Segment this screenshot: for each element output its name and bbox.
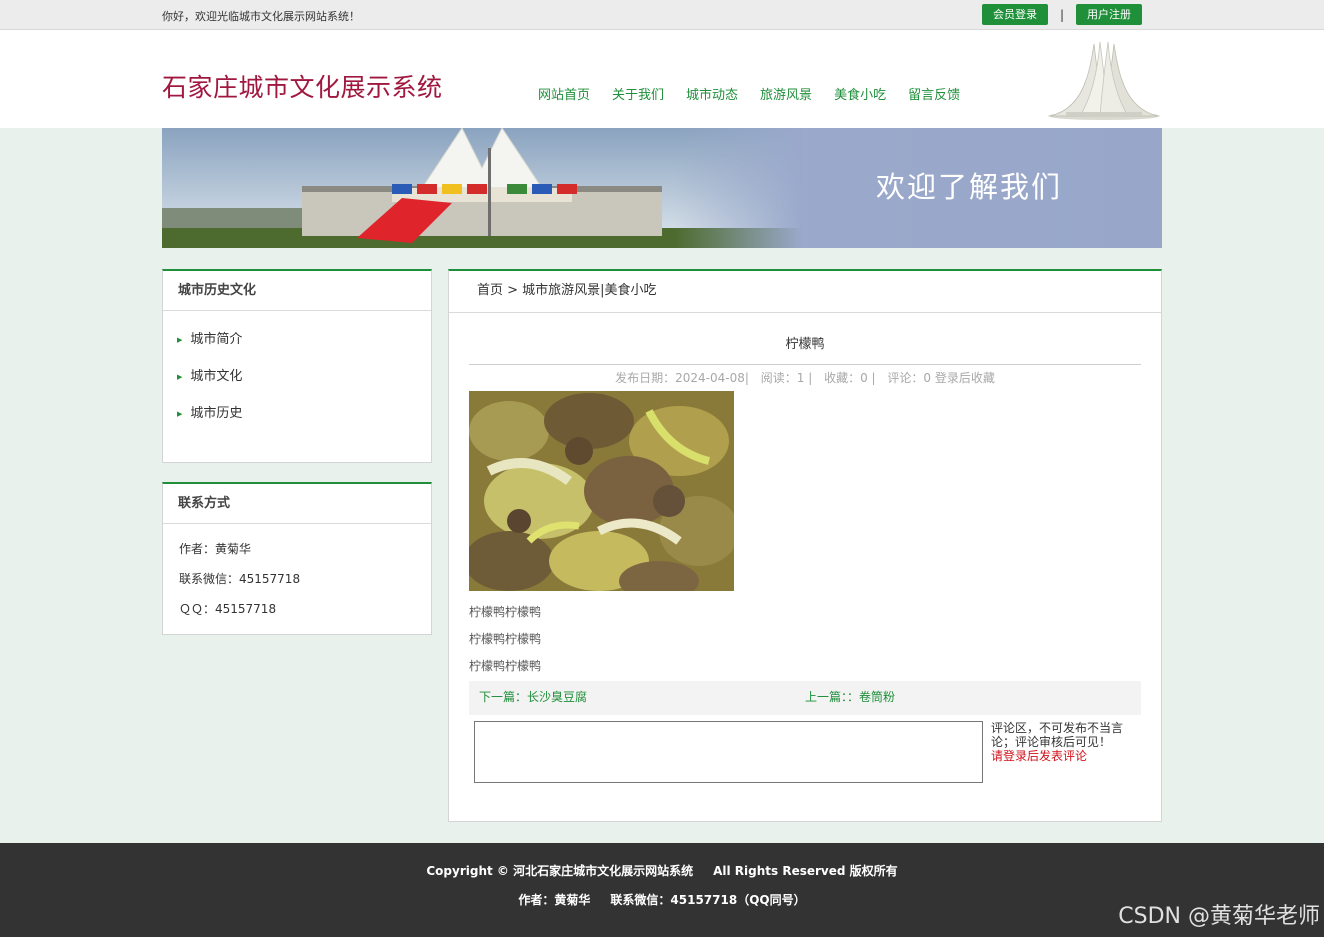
contact-body: 作者：黄菊华 联系微信：45157718 ＱＱ：45157718 — [163, 524, 431, 634]
comment-rules: 评论区，不可发布不当言论；评论审核后可见！ — [991, 721, 1124, 749]
nav-city-news[interactable]: 城市动态 — [686, 84, 738, 103]
top-actions: 会员登录 | 用户注册 — [981, 4, 1142, 25]
main-nav: 网站首页 关于我们 城市动态 旅游风景 美食小吃 留言反馈 — [538, 84, 982, 103]
csdn-watermark: CSDN @黄菊华老师 — [1118, 904, 1320, 929]
footer-copyright: Copyright © 河北石家庄城市文化展示网站系统 — [426, 864, 694, 878]
nav-food[interactable]: 美食小吃 — [834, 84, 886, 103]
favorite-count[interactable]: 收藏：0 | — [824, 371, 876, 385]
prev-article-link[interactable]: 上一篇：：卷筒粉 — [805, 681, 895, 715]
breadcrumb: 首页 > 城市旅游风景|美食小吃 — [449, 271, 1161, 313]
sidebar: 城市历史文化 ▶ 城市简介 ▶ 城市文化 ▶ 城市历史 联系方式 作者：黄菊华 — [162, 269, 432, 635]
contact-qq: ＱＱ：45157718 — [179, 602, 277, 616]
top-bar: 你好，欢迎光临城市文化展示网站系统！ 会员登录 | 用户注册 — [0, 0, 1324, 30]
contact-wechat: 联系微信：45157718 — [179, 572, 301, 586]
user-register-button[interactable]: 用户注册 — [1076, 4, 1142, 25]
nav-feedback[interactable]: 留言反馈 — [908, 84, 960, 103]
sidebar-item-city-culture[interactable]: ▶ 城市文化 — [177, 366, 431, 403]
contact-box-title: 联系方式 — [163, 484, 431, 524]
top-separator: | — [1059, 7, 1064, 22]
article-meta: 发布日期：2024-04-08| 阅读：1 | 收藏：0 | 评论：0 登录后收… — [469, 369, 1141, 391]
site-header: 石家庄城市文化展示系统 网站首页 关于我们 城市动态 旅游风景 美食小吃 留言反… — [0, 30, 1324, 128]
sidebar-item-label: 城市历史 — [190, 406, 243, 421]
site-title[interactable]: 石家庄城市文化展示系统 — [162, 68, 443, 104]
comment-input[interactable] — [474, 721, 983, 783]
banner: 欢迎了解我们 — [162, 128, 1162, 248]
article-title: 柠檬鸭 — [469, 337, 1141, 365]
sidebar-item-city-history[interactable]: ▶ 城市历史 — [177, 403, 431, 440]
triangle-bullet-icon: ▶ — [177, 336, 183, 344]
nav-about[interactable]: 关于我们 — [612, 84, 664, 103]
footer-author: 作者：黄菊华 — [518, 893, 591, 907]
triangle-bullet-icon: ▶ — [177, 373, 183, 381]
article-paragraph: 柠檬鸭柠檬鸭 — [469, 632, 542, 646]
comment-count[interactable]: 评论：0 登录后收藏 — [887, 371, 994, 385]
banner-text: 欢迎了解我们 — [876, 170, 1063, 204]
footer-rights: All Rights Reserved 版权所有 — [713, 864, 898, 878]
comment-login-link[interactable]: 请登录后发表评论 — [991, 749, 1131, 763]
comment-note: 评论区，不可发布不当言论；评论审核后可见！ 请登录后发表评论 — [991, 721, 1131, 783]
contact-author: 作者：黄菊华 — [179, 542, 252, 556]
content-area: 城市历史文化 ▶ 城市简介 ▶ 城市文化 ▶ 城市历史 联系方式 作者：黄菊华 — [162, 269, 1162, 822]
history-box-title: 城市历史文化 — [163, 271, 431, 311]
footer-line-1: Copyright © 河北石家庄城市文化展示网站系统 All Rights Re… — [0, 862, 1324, 879]
history-list: ▶ 城市简介 ▶ 城市文化 ▶ 城市历史 — [163, 311, 431, 462]
next-article-link[interactable]: 下一篇：长沙臭豆腐 — [469, 681, 805, 715]
read-count: 阅读：1 | — [760, 371, 813, 385]
member-login-button[interactable]: 会员登录 — [981, 4, 1048, 25]
article-pager: 下一篇：长沙臭豆腐 上一篇：：卷筒粉 — [469, 681, 1141, 715]
food-photo — [469, 391, 734, 591]
contact-box: 联系方式 作者：黄菊华 联系微信：45157718 ＱＱ：45157718 — [162, 482, 432, 635]
nav-scenery[interactable]: 旅游风景 — [760, 84, 812, 103]
banner-photo — [162, 128, 802, 248]
article: 柠檬鸭 发布日期：2024-04-08| 阅读：1 | 收藏：0 | 评论：0 … — [449, 337, 1161, 783]
triangle-bullet-icon: ▶ — [177, 410, 183, 418]
nav-home[interactable]: 网站首页 — [538, 84, 590, 103]
sidebar-item-label: 城市文化 — [190, 369, 243, 384]
article-paragraph: 柠檬鸭柠檬鸭 — [469, 605, 542, 619]
sidebar-item-city-intro[interactable]: ▶ 城市简介 — [177, 329, 431, 366]
article-body: 柠檬鸭柠檬鸭 柠檬鸭柠檬鸭 柠檬鸭柠檬鸭 — [469, 604, 1141, 685]
publish-date: 发布日期：2024-04-08| — [615, 371, 749, 385]
logo-building-image — [1046, 40, 1162, 120]
sidebar-item-label: 城市简介 — [190, 332, 243, 347]
footer-wechat: 联系微信：45157718（QQ同号） — [610, 893, 806, 907]
comment-section: 评论区，不可发布不当言论；评论审核后可见！ 请登录后发表评论 — [469, 721, 1141, 783]
welcome-text: 你好，欢迎光临城市文化展示网站系统！ — [162, 10, 360, 23]
history-box: 城市历史文化 ▶ 城市简介 ▶ 城市文化 ▶ 城市历史 — [162, 269, 432, 463]
main-panel: 首页 > 城市旅游风景|美食小吃 柠檬鸭 发布日期：2024-04-08| 阅读… — [448, 269, 1162, 822]
